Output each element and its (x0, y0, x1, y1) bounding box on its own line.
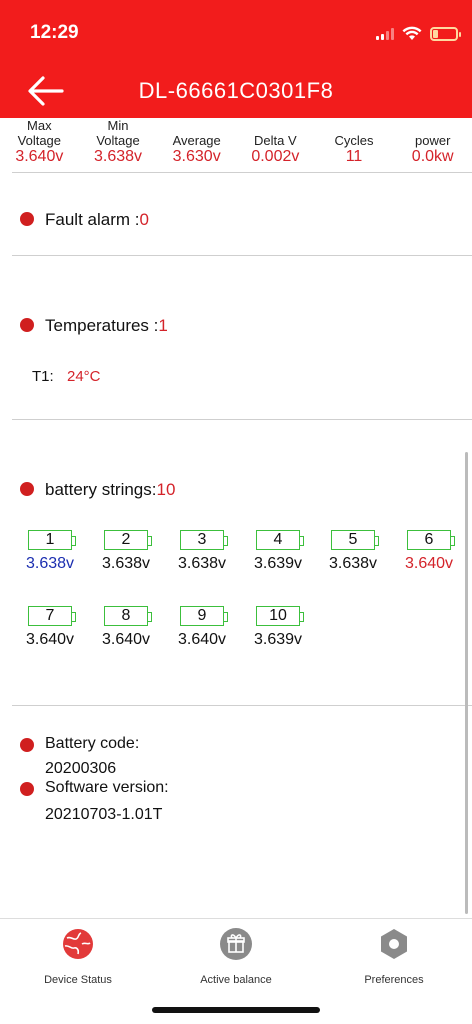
bullet-dot (20, 212, 34, 226)
gift-icon (220, 928, 252, 960)
cell-voltage: 3.638v (101, 555, 151, 572)
battery-strings-text: battery strings: (45, 480, 157, 499)
tab-preferences[interactable]: Preferences (324, 927, 464, 986)
tab-label: Preferences (364, 974, 424, 986)
battery-cell: 1 3.638v (12, 530, 88, 573)
cell-number: 6 (407, 530, 455, 550)
stat-label: power (414, 133, 451, 148)
cell-voltage: 3.640v (177, 631, 227, 648)
divider (12, 705, 472, 706)
stat-label: Min Voltage (96, 118, 140, 148)
wifi-icon (402, 26, 422, 40)
fault-alarm-value: 0 (139, 210, 149, 229)
divider (12, 172, 472, 173)
battery-status-icon (430, 26, 461, 41)
app-header: 12:29 DL-66661C0301F8 (0, 0, 472, 118)
average-voltage-stat: Average 3.630v (157, 112, 236, 172)
software-version-value: 20210703-1.01T (45, 806, 163, 823)
stat-value: 3.638v (93, 148, 143, 165)
status-icons (376, 26, 461, 41)
cell-number: 3 (180, 530, 228, 550)
power-stat: power 0.0kw (393, 112, 472, 172)
summary-row: Max Voltage 3.640v Min Voltage 3.638v Av… (0, 112, 472, 172)
stat-value: 0.002v (251, 148, 300, 165)
min-voltage-stat: Min Voltage 3.638v (79, 112, 158, 172)
cell-number: 1 (28, 530, 76, 550)
cycles-stat: Cycles 11 (315, 112, 394, 172)
battery-code-label: Battery code: (45, 735, 140, 752)
tab-label: Active balance (200, 974, 272, 986)
temperatures-label: Temperatures :1 (45, 316, 168, 336)
bullet-dot (20, 482, 34, 496)
divider (12, 255, 472, 256)
software-version-label: Software version: (45, 779, 169, 796)
stat-label: Max Voltage (17, 118, 62, 148)
bullet-dot (20, 738, 34, 752)
battery-code-value: 20200306 (45, 760, 117, 777)
battery-cell: 10 3.639v (240, 606, 316, 649)
stat-value: 3.640v (15, 148, 64, 165)
stat-value: 11 (345, 148, 363, 165)
cellular-signal-icon (376, 27, 394, 40)
divider (12, 419, 472, 420)
fault-alarm-label: Fault alarm :0 (45, 210, 149, 230)
cell-number: 10 (256, 606, 304, 626)
stat-label: Delta V (254, 133, 297, 148)
cell-number: 2 (104, 530, 152, 550)
fault-alarm-text: Fault alarm : (45, 210, 140, 229)
battery-cell: 4 3.639v (240, 530, 316, 573)
battery-cell: 6 3.640v (391, 530, 467, 573)
gear-icon (381, 929, 407, 959)
globe-icon (63, 929, 93, 959)
cell-number: 4 (256, 530, 304, 550)
cell-number: 5 (331, 530, 379, 550)
temperatures-count: 1 (158, 316, 168, 335)
battery-cell: 9 3.640v (164, 606, 240, 649)
tab-active-balance[interactable]: Active balance (166, 927, 306, 986)
battery-cell: 5 3.638v (315, 530, 391, 573)
status-time: 12:29 (30, 22, 79, 43)
cell-number: 9 (180, 606, 228, 626)
cell-number: 8 (104, 606, 152, 626)
bullet-dot (20, 782, 34, 796)
device-title: DL-66661C0301F8 (138, 78, 334, 103)
battery-cell: 3 3.638v (164, 530, 240, 573)
cell-voltage: 3.639v (253, 631, 303, 648)
battery-cell: 8 3.640v (88, 606, 164, 649)
scrollbar[interactable] (465, 452, 468, 914)
stat-label: Cycles (334, 133, 374, 148)
cell-number: 7 (28, 606, 76, 626)
cell-voltage: 3.640v (404, 555, 454, 572)
battery-cell: 2 3.638v (88, 530, 164, 573)
battery-strings-label: battery strings:10 (45, 480, 175, 500)
battery-cell: 7 3.640v (12, 606, 88, 649)
delta-v-stat: Delta V 0.002v (236, 112, 315, 172)
cell-voltage: 3.638v (177, 555, 227, 572)
cell-voltage: 3.638v (25, 555, 75, 572)
stat-label: Average (172, 133, 221, 148)
t1-value: 24°C (67, 368, 101, 385)
tab-device-status[interactable]: Device Status (8, 927, 148, 986)
tab-label: Device Status (44, 974, 112, 986)
stat-value: 0.0kw (411, 148, 454, 165)
temperatures-text: Temperatures : (45, 316, 159, 335)
cell-voltage: 3.640v (25, 631, 75, 648)
cell-voltage: 3.639v (253, 555, 303, 572)
bullet-dot (20, 318, 34, 332)
max-voltage-stat: Max Voltage 3.640v (0, 112, 79, 172)
home-indicator[interactable] (152, 1007, 320, 1013)
t1-label: T1: (32, 368, 54, 385)
cell-voltage: 3.638v (328, 555, 378, 572)
stat-value: 3.630v (172, 148, 221, 165)
battery-strings-count: 10 (156, 480, 176, 499)
cell-voltage: 3.640v (101, 631, 151, 648)
